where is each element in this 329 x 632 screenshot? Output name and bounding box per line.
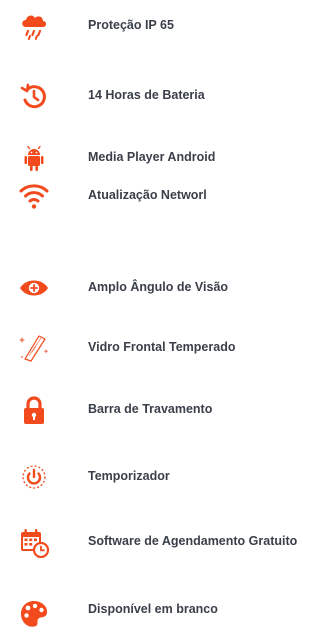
feature-list: Proteção IP 65 14 Horas de Bateria Media… — [0, 0, 329, 627]
android-icon — [24, 145, 44, 171]
calendar-clock-icon — [21, 529, 50, 558]
feature-label: 14 Horas de Bateria — [88, 88, 205, 102]
feature-label: Proteção IP 65 — [88, 18, 174, 32]
wifi-icon — [19, 184, 49, 209]
glass-panel-icon — [19, 335, 49, 362]
feature-item-viewing-angle: Amplo Ângulo de Visão — [0, 270, 329, 310]
feature-item-network: Atualização Networl — [0, 178, 329, 218]
feature-label: Software de Agendamento Gratuito — [88, 534, 298, 548]
feature-label: Vidro Frontal Temperado — [88, 340, 236, 354]
feature-label: Disponível em branco — [88, 602, 218, 616]
feature-item-ip65: Proteção IP 65 — [0, 8, 329, 48]
feature-item-lock-bar: Barra de Travamento — [0, 392, 329, 432]
rain-cloud-icon — [22, 15, 46, 40]
history-clock-icon — [20, 83, 46, 109]
feature-item-battery: 14 Horas de Bateria — [0, 78, 329, 118]
padlock-icon — [24, 396, 44, 424]
feature-item-glass: Vidro Frontal Temperado — [0, 330, 329, 370]
feature-label: Media Player Android — [88, 150, 216, 164]
feature-label: Atualização Networl — [88, 188, 207, 202]
eye-plus-icon — [20, 280, 48, 296]
feature-item-android: Media Player Android — [0, 140, 329, 180]
feature-item-timer: Temporizador — [0, 459, 329, 499]
feature-label: Amplo Ângulo de Visão — [88, 280, 229, 294]
feature-item-scheduling: Software de Agendamento Gratuito — [0, 524, 329, 564]
feature-item-white: Disponível em branco — [0, 592, 329, 632]
feature-label: Temporizador — [88, 469, 170, 483]
power-timer-icon — [22, 465, 46, 489]
palette-icon — [21, 601, 48, 627]
feature-label: Barra de Travamento — [88, 402, 213, 416]
